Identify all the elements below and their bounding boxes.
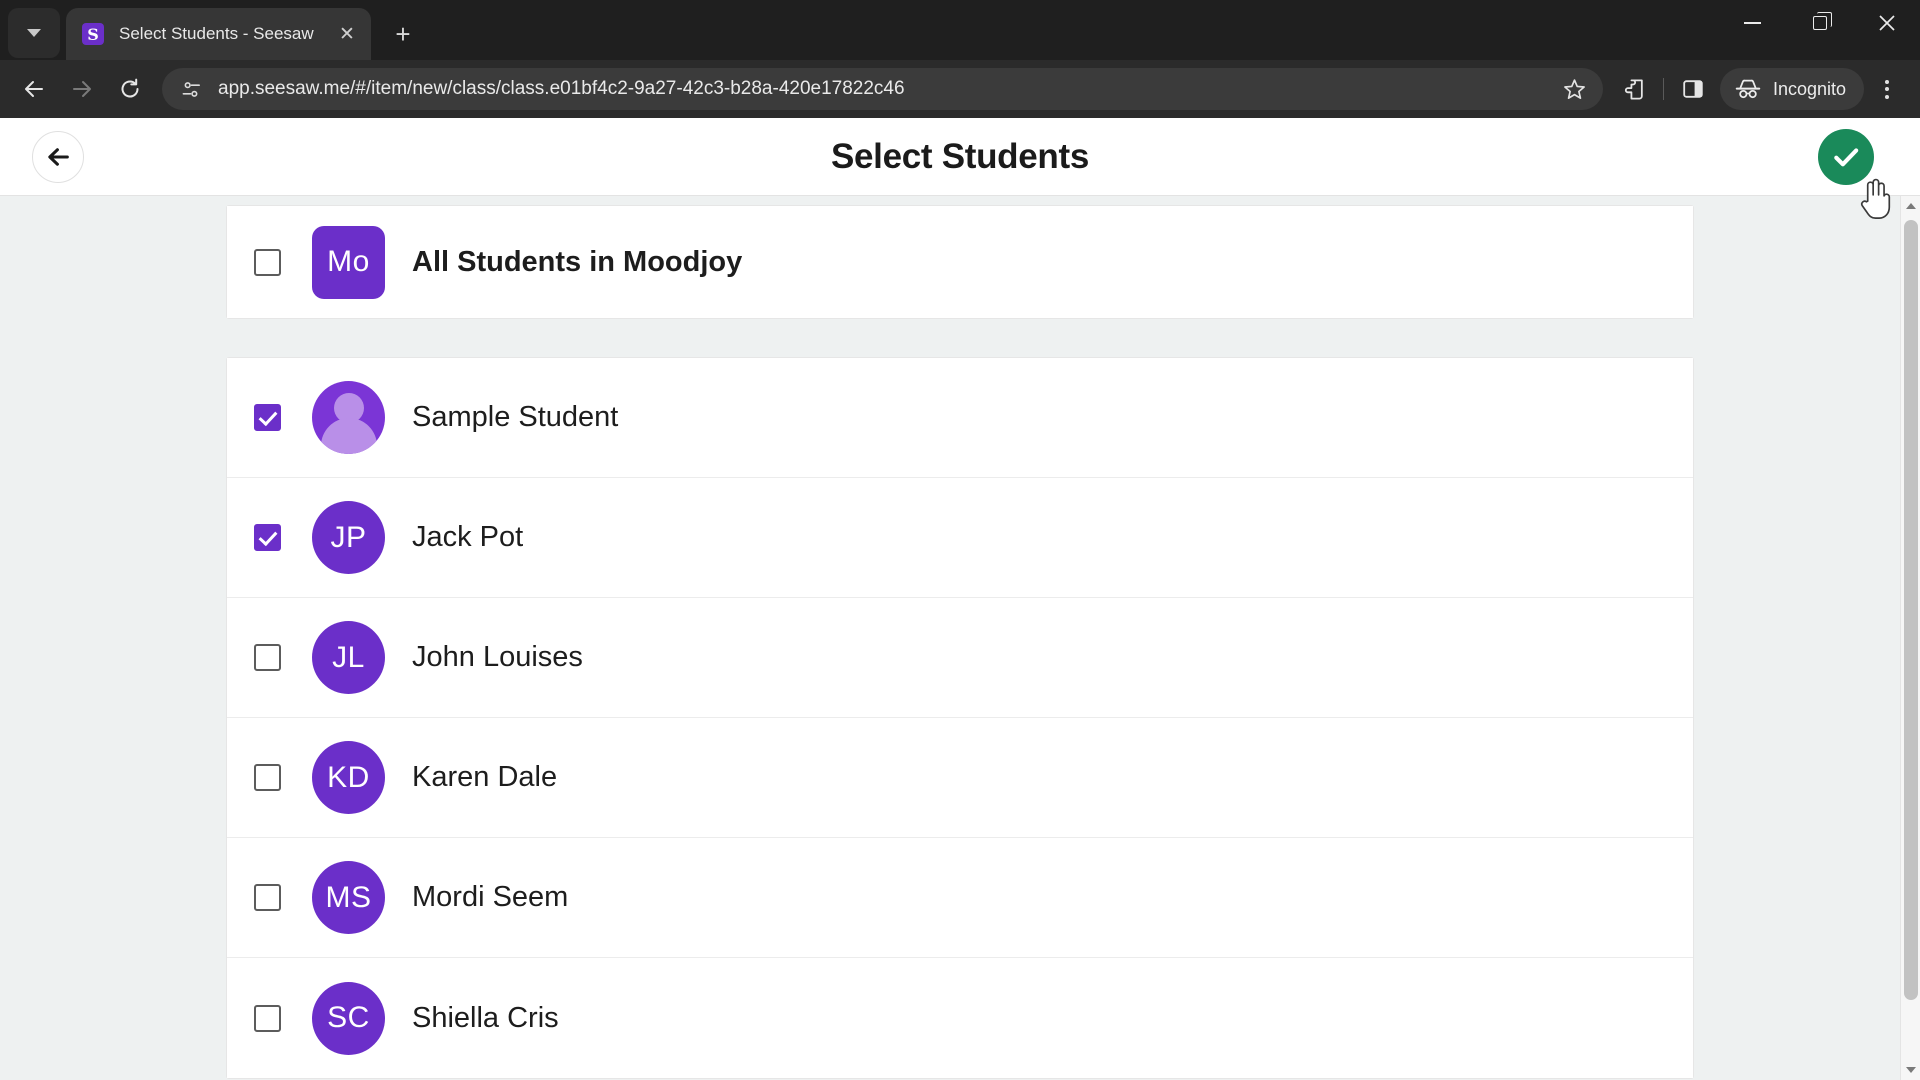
address-bar[interactable]: app.seesaw.me/#/item/new/class/class.e01… xyxy=(162,68,1603,110)
table-row[interactable]: JL John Louises xyxy=(227,598,1693,718)
reload-button[interactable] xyxy=(106,65,154,113)
page-header: Select Students xyxy=(0,118,1920,196)
table-row[interactable]: MS Mordi Seem xyxy=(227,838,1693,958)
avatar xyxy=(312,381,385,454)
minimize-icon xyxy=(1744,22,1761,24)
page-title: Select Students xyxy=(830,136,1090,176)
check-icon xyxy=(1834,147,1859,166)
tab-title: Select Students - Seesaw xyxy=(119,24,314,43)
window-controls xyxy=(1719,0,1920,46)
side-panel-icon xyxy=(1683,80,1703,98)
tab-search-button[interactable] xyxy=(8,8,60,58)
page-scrollbar[interactable] xyxy=(1900,196,1920,1080)
caret-up-icon xyxy=(1905,203,1916,209)
bookmark-button[interactable] xyxy=(1555,69,1595,109)
kebab-dot xyxy=(1885,87,1889,91)
list-item-group[interactable]: Mo All Students in Moodjoy xyxy=(227,206,1693,318)
star-icon xyxy=(1564,78,1586,99)
scroll-up-button[interactable] xyxy=(1901,196,1920,216)
student-name: Shiella Cris xyxy=(412,1001,559,1034)
forward-button[interactable] xyxy=(58,65,106,113)
seesaw-favicon-icon: S xyxy=(82,23,104,45)
student-name: Mordi Seem xyxy=(412,881,569,913)
group-checkbox[interactable] xyxy=(254,248,281,276)
close-window-button[interactable] xyxy=(1853,0,1920,46)
arrow-left-icon xyxy=(48,147,69,166)
back-button[interactable] xyxy=(10,65,58,113)
browser-window: S Select Students - Seesaw ✕ + app.seesa… xyxy=(0,0,1920,1080)
caret-down-icon xyxy=(1905,1067,1916,1073)
new-tab-button[interactable]: + xyxy=(383,14,423,54)
chevron-down-icon xyxy=(27,29,41,37)
student-checkbox[interactable] xyxy=(254,524,281,551)
incognito-label: Incognito xyxy=(1772,78,1846,99)
person-body-shape xyxy=(320,418,377,454)
tune-icon xyxy=(182,81,200,97)
table-row[interactable]: Sample Student xyxy=(227,358,1693,478)
group-avatar: Mo xyxy=(312,225,385,299)
restore-icon xyxy=(1812,12,1832,30)
minimize-button[interactable] xyxy=(1719,0,1786,46)
student-checkbox[interactable] xyxy=(254,884,281,911)
scrollbar-thumb[interactable] xyxy=(1904,220,1918,1000)
avatar: SC xyxy=(312,981,385,1055)
tab-strip: S Select Students - Seesaw ✕ + xyxy=(0,0,1920,60)
browser-tab[interactable]: S Select Students - Seesaw ✕ xyxy=(66,8,371,60)
scroll-down-button[interactable] xyxy=(1901,1060,1920,1080)
side-panel-button[interactable] xyxy=(1670,66,1716,112)
students-list-area: Mo All Students in Moodjoy Sample Studen… xyxy=(0,196,1920,1080)
page-viewport: Select Students Mo All Students in Moodj… xyxy=(0,118,1920,1080)
tab-close-icon[interactable]: ✕ xyxy=(333,20,361,48)
students-card: Sample Student JP Jack Pot JL John Louis… xyxy=(226,357,1694,1079)
avatar: JL xyxy=(312,621,385,694)
student-checkbox[interactable] xyxy=(254,644,281,671)
avatar: MS xyxy=(312,861,385,934)
toolbar-divider xyxy=(1662,78,1664,100)
students-list: Mo All Students in Moodjoy Sample Studen… xyxy=(226,196,1694,1079)
puzzle-icon xyxy=(1625,78,1644,100)
student-name: Sample Student xyxy=(412,401,619,433)
table-row[interactable]: KD Karen Dale xyxy=(227,718,1693,838)
browser-menu-button[interactable] xyxy=(1864,66,1910,112)
arrow-right-icon xyxy=(73,81,91,97)
student-checkbox[interactable] xyxy=(254,1004,281,1032)
incognito-indicator[interactable]: Incognito xyxy=(1719,68,1864,110)
group-card: Mo All Students in Moodjoy xyxy=(226,205,1694,319)
arrow-left-icon xyxy=(25,81,43,97)
browser-toolbar: app.seesaw.me/#/item/new/class/class.e01… xyxy=(0,60,1920,118)
avatar: JP xyxy=(312,501,385,574)
url-text: app.seesaw.me/#/item/new/class/class.e01… xyxy=(218,78,905,99)
scrollbar-track[interactable] xyxy=(1901,216,1920,1060)
confirm-selection-button[interactable] xyxy=(1818,128,1874,185)
student-name: John Louises xyxy=(412,641,583,673)
student-checkbox[interactable] xyxy=(254,404,281,431)
maximize-button[interactable] xyxy=(1786,0,1853,46)
incognito-icon xyxy=(1735,79,1761,99)
group-name: All Students in Moodjoy xyxy=(412,245,743,278)
reload-icon xyxy=(121,78,139,98)
kebab-dot xyxy=(1885,94,1889,99)
page-back-button[interactable] xyxy=(32,130,84,183)
extensions-button[interactable] xyxy=(1611,66,1657,112)
student-checkbox[interactable] xyxy=(254,764,281,791)
student-name: Karen Dale xyxy=(412,761,558,793)
table-row[interactable]: SC Shiella Cris xyxy=(227,958,1693,1078)
table-row[interactable]: JP Jack Pot xyxy=(227,478,1693,598)
site-settings-icon[interactable] xyxy=(176,74,206,104)
close-icon xyxy=(1878,15,1895,31)
student-name: Jack Pot xyxy=(412,521,524,553)
avatar: KD xyxy=(312,741,385,814)
kebab-dot xyxy=(1885,79,1889,84)
